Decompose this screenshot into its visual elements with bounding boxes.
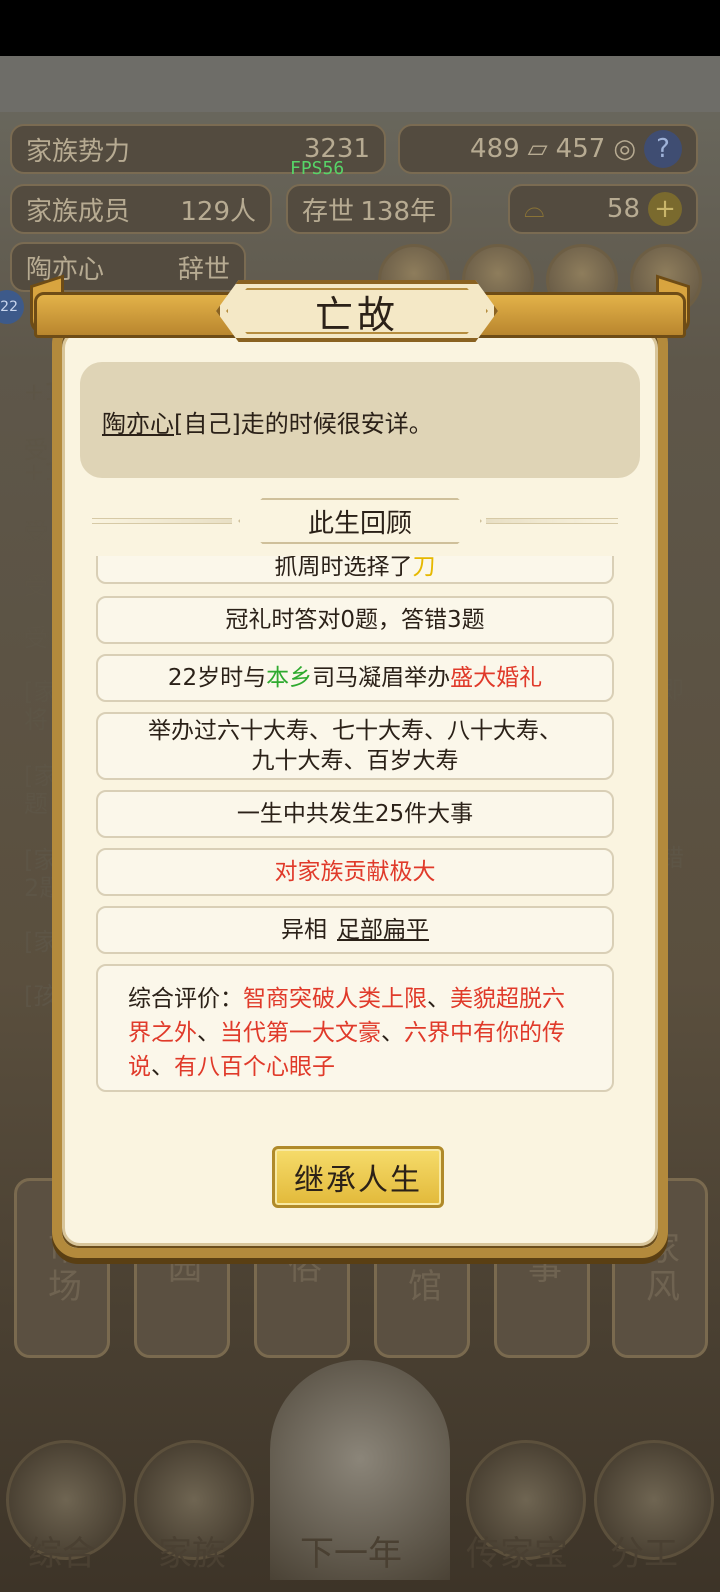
review-card-zhuazhou: 抓周时选择了刀 (96, 556, 614, 584)
section-title: 此生回顾 (307, 508, 412, 539)
resource-b-value: 457 (555, 134, 606, 164)
nav-division-label[interactable]: 分工 (610, 1526, 678, 1575)
nav-family-label[interactable]: 家族 (158, 1526, 226, 1575)
life-review-list[interactable]: 抓周时选择了刀 冠礼时答对0题，答错3题 22岁时与 本乡 司马凝眉举办 盛大婚礼 举… (90, 556, 630, 1106)
log-fragment: 受 (24, 572, 48, 600)
person-name: 陶亦心 (26, 254, 105, 285)
gold-panel[interactable]: ⌓ 58 + (508, 184, 698, 234)
log-fragment: 受 (24, 624, 48, 652)
family-power-label: 家族势力 (26, 136, 131, 167)
modal-title: 亡故 (314, 292, 399, 337)
gold-ingot-icon: ⌓ (524, 193, 545, 224)
top-strip (0, 56, 720, 112)
nav-next-year-label[interactable]: 下一年 (300, 1526, 402, 1575)
family-members-label: 家族成员 (26, 196, 131, 227)
review-card-trait: 异相 足部扁平 (96, 906, 614, 954)
review-card-evaluation: 综合评价：智商突破人类上限、美貌超脱六界之外、当代第一大文豪、六界中有你的传说、… (96, 964, 614, 1092)
review-card-crown: 冠礼时答对0题，答错3题 (96, 596, 614, 644)
nav-heirloom-label[interactable]: 传家宝 (466, 1526, 568, 1575)
summary-rest: [自己]走的时候很安详。 (174, 410, 433, 438)
resource-a-value: 489 (470, 134, 520, 164)
existing-years-panel[interactable]: 存世 138年 (286, 184, 452, 234)
status-bar (0, 0, 720, 56)
existing-value: 138年 (360, 196, 436, 227)
plus-icon[interactable]: + (648, 192, 682, 226)
log-fragment: 将 (24, 706, 48, 734)
review-card-longevity: 举办过六十大寿、七十大寿、八十大寿、 九十大寿、百岁大寿 (96, 712, 614, 780)
trait-link[interactable]: 足部扁平 (337, 915, 429, 945)
ticket-icon: ▱ (527, 134, 548, 164)
review-card-marriage: 22岁时与 本乡 司马凝眉举办 盛大婚礼 (96, 654, 614, 702)
deceased-name-link[interactable]: 陶亦心 (102, 410, 174, 438)
inherit-life-button[interactable]: 继承人生 (272, 1146, 444, 1208)
family-members-panel[interactable]: 家族成员 129人 (10, 184, 272, 234)
gold-value: 58 (606, 194, 640, 224)
fps-counter: FPS56 (290, 158, 345, 179)
coin-icon: ◎ (613, 134, 636, 164)
section-divider-right (486, 518, 618, 524)
existing-label: 存世 (302, 196, 355, 227)
log-fragment: 受 (24, 518, 48, 546)
nav-overview-label[interactable]: 综合 (28, 1526, 96, 1575)
review-card-contribution: 对家族贡献极大 (96, 848, 614, 896)
family-members-value: 129人 (180, 196, 256, 227)
currency-panel[interactable]: 489 ▱ 457 ◎ ? (398, 124, 698, 174)
log-fragment: 题 (24, 790, 48, 818)
section-divider-left (92, 518, 232, 524)
help-icon[interactable]: ? (644, 130, 682, 168)
review-card-events: 一生中共发生25件大事 (96, 790, 614, 838)
summary-text: 陶亦心[自己]走的时候很安详。 (102, 404, 433, 439)
